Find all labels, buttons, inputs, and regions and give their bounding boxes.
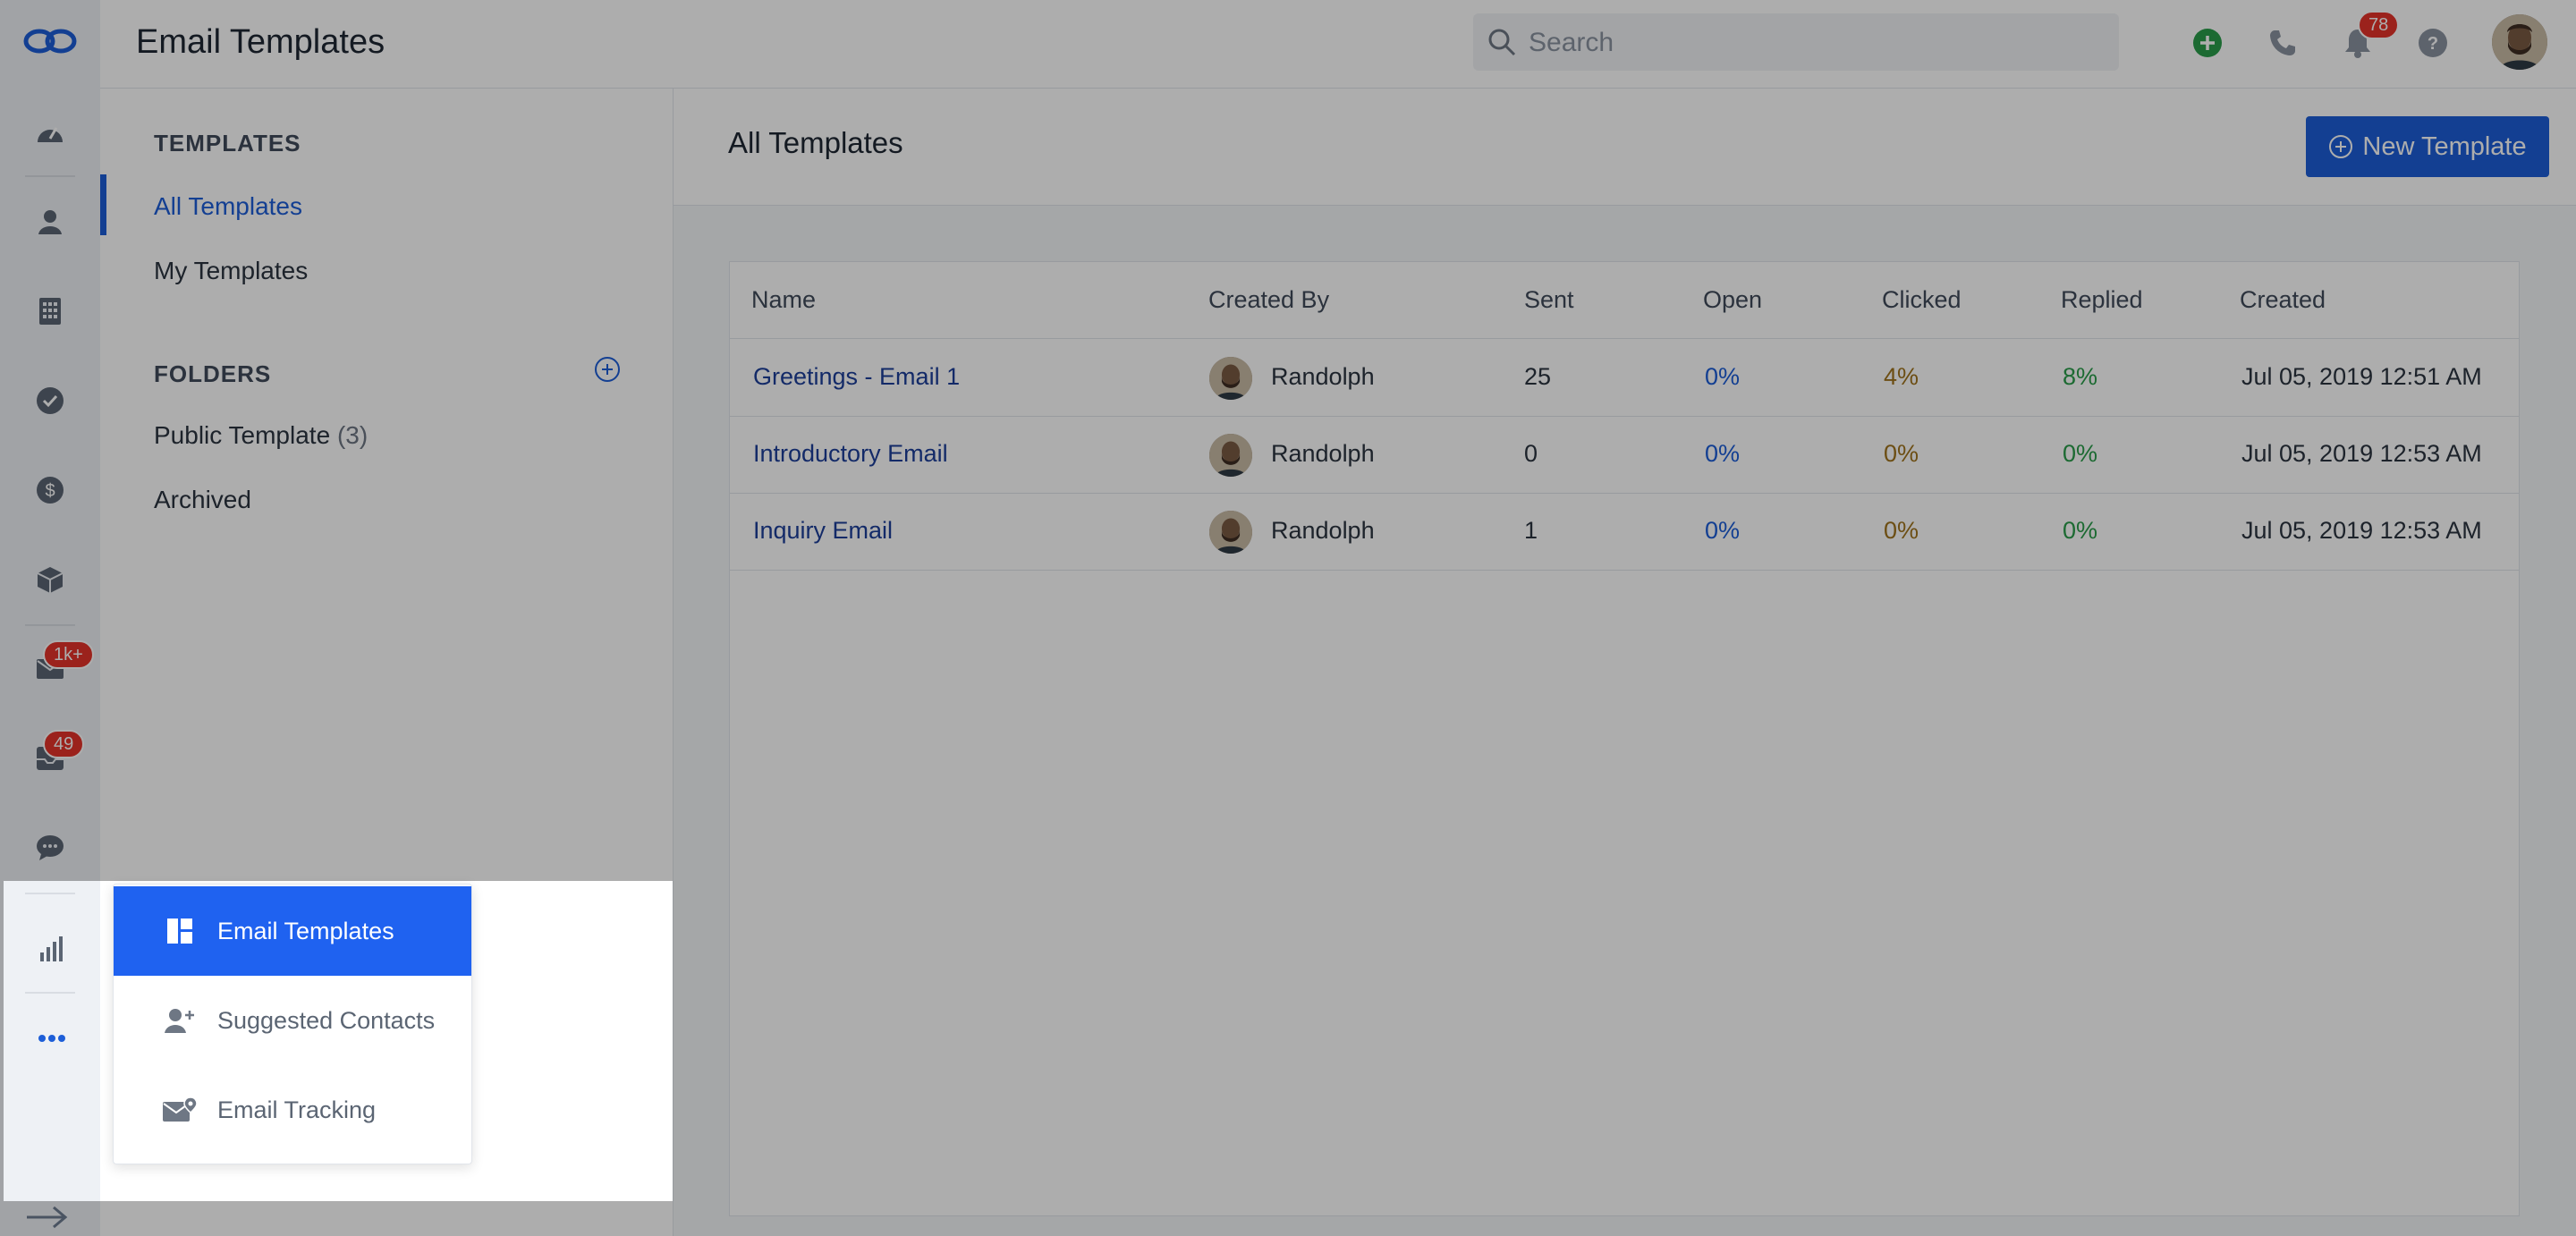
email-tracking-icon (162, 1092, 198, 1128)
popup-caret (100, 1017, 113, 1042)
menu-item-email-tracking[interactable]: Email Tracking (114, 1065, 471, 1155)
menu-item-label: Email Tracking (217, 1096, 377, 1123)
reports-icon[interactable] (4, 913, 100, 985)
menu-item-suggested-contacts[interactable]: Suggested Contacts (114, 976, 471, 1065)
menu-item-label: Suggested Contacts (217, 1006, 436, 1034)
menu-item-label: Email Templates (217, 917, 394, 944)
more-icon[interactable] (4, 1003, 100, 1074)
spotlight-nav-strip (4, 881, 100, 1201)
menu-item-email-templates[interactable]: Email Templates (114, 886, 471, 976)
collapse-arrow-icon[interactable] (25, 1204, 68, 1235)
nav-divider (25, 992, 75, 994)
templates-icon (162, 913, 198, 949)
add-contact-icon (162, 1003, 198, 1038)
more-menu-popup: Email Templates Suggested Contacts Email… (113, 884, 472, 1164)
nav-divider (25, 893, 75, 894)
